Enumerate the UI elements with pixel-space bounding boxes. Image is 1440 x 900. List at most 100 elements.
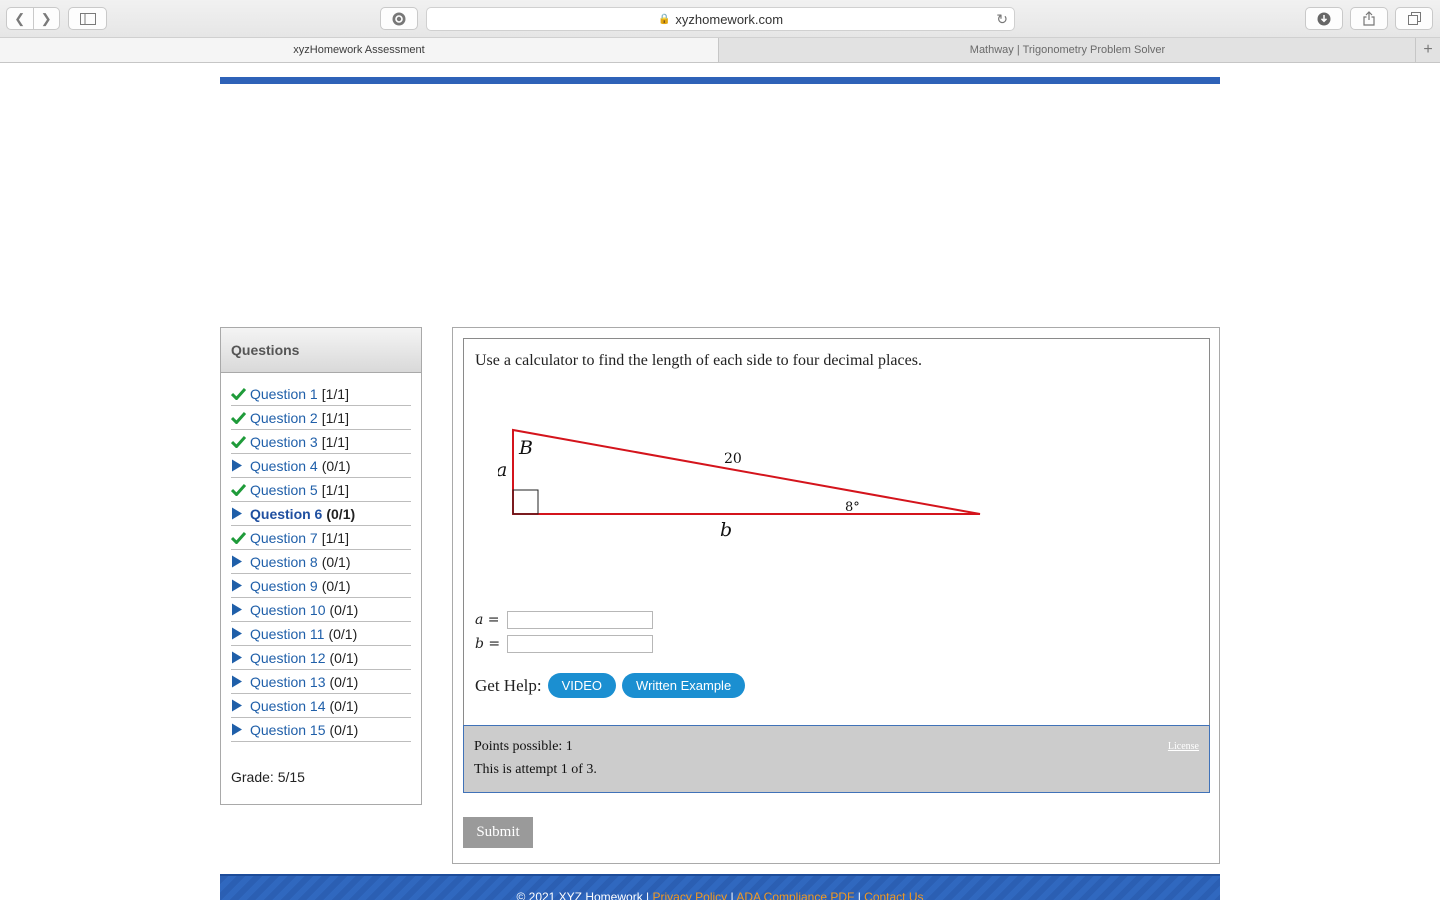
play-arrow-icon <box>231 651 250 664</box>
question-link[interactable]: Question 14 <box>250 698 326 714</box>
tab-bar: xyzHomework Assessment Mathway | Trigono… <box>0 38 1440 63</box>
question-list-item[interactable]: Question 9 (0/1) <box>231 574 411 598</box>
checkmark-icon <box>231 531 250 544</box>
question-list-item[interactable]: Question 15 (0/1) <box>231 718 411 742</box>
grade-text: Grade: 5/15 <box>231 769 305 785</box>
angle-label: 8° <box>845 500 860 515</box>
play-arrow-icon <box>231 723 250 736</box>
play-arrow-icon <box>231 603 250 616</box>
downloads-icon[interactable] <box>1305 7 1343 30</box>
checkmark-icon <box>231 387 250 400</box>
question-list-item[interactable]: Question 3 [1/1] <box>231 430 411 454</box>
share-icon[interactable] <box>1350 7 1388 30</box>
question-score: (0/1) <box>321 457 351 474</box>
question-link[interactable]: Question 10 <box>250 602 326 618</box>
question-list-item[interactable]: Question 13 (0/1) <box>231 670 411 694</box>
question-score: (0/1) <box>329 649 359 666</box>
question-link[interactable]: Question 6 <box>250 506 322 522</box>
question-score: [1/1] <box>321 385 349 402</box>
question-list-item[interactable]: Question 5 [1/1] <box>231 478 411 502</box>
tabs-overview-icon[interactable] <box>1395 7 1433 30</box>
question-list-item[interactable]: Question 4 (0/1) <box>231 454 411 478</box>
play-arrow-icon <box>231 579 250 592</box>
question-link[interactable]: Question 4 <box>250 458 318 474</box>
address-bar[interactable]: 🔒 xyzhomework.com ↻ <box>426 7 1015 31</box>
answer-input-a[interactable] <box>507 611 653 629</box>
extension-icon[interactable] <box>380 7 418 30</box>
question-score: (0/1) <box>329 601 359 618</box>
license-link[interactable]: License <box>1168 741 1199 752</box>
question-score: (0/1) <box>329 673 359 690</box>
play-arrow-icon <box>231 699 250 712</box>
question-list-item[interactable]: Question 14 (0/1) <box>231 694 411 718</box>
play-arrow-icon <box>231 675 250 688</box>
privacy-policy-link[interactable]: Privacy Policy <box>653 890 728 900</box>
browser-toolbar: ❮ ❯ 🔒 xyzhomework.com ↻ <box>0 0 1440 38</box>
back-icon[interactable]: ❮ <box>7 8 34 29</box>
answer-fields: a = b = <box>475 608 653 656</box>
submit-button[interactable]: Submit <box>463 817 533 848</box>
answer-label-a: a = <box>475 612 500 628</box>
play-arrow-icon <box>231 507 250 520</box>
question-link[interactable]: Question 1 <box>250 386 318 402</box>
written-example-button[interactable]: Written Example <box>622 673 746 698</box>
question-link[interactable]: Question 15 <box>250 722 326 738</box>
question-link[interactable]: Question 8 <box>250 554 318 570</box>
question-link[interactable]: Question 13 <box>250 674 326 690</box>
attempt-info: This is attempt 1 of 3. <box>474 762 597 777</box>
question-list-item[interactable]: Question 10 (0/1) <box>231 598 411 622</box>
contact-us-link[interactable]: Contact Us <box>864 890 923 900</box>
question-link[interactable]: Question 9 <box>250 578 318 594</box>
question-list-item[interactable]: Question 11 (0/1) <box>231 622 411 646</box>
question-panel: Use a calculator to find the length of e… <box>452 327 1220 864</box>
sidebar-title: Questions <box>221 328 421 373</box>
question-text: Use a calculator to find the length of e… <box>475 352 922 369</box>
question-list-item[interactable]: Question 8 (0/1) <box>231 550 411 574</box>
question-score: [1/1] <box>321 409 349 426</box>
questions-sidebar: Questions Question 1 [1/1] Question 2 [1/1]… <box>220 327 422 805</box>
checkmark-icon <box>231 435 250 448</box>
side-label-a: a <box>498 459 507 481</box>
question-link[interactable]: Question 12 <box>250 650 326 666</box>
question-list-item[interactable]: Question 6 (0/1) <box>231 502 411 526</box>
question-list-item[interactable]: Question 12 (0/1) <box>231 646 411 670</box>
question-score: [1/1] <box>321 529 349 546</box>
question-list-item[interactable]: Question 7 [1/1] <box>231 526 411 550</box>
points-possible: Points possible: 1 <box>474 739 573 754</box>
question-link[interactable]: Question 2 <box>250 410 318 426</box>
question-score: [1/1] <box>321 433 349 450</box>
checkmark-icon <box>231 483 250 496</box>
right-triangle-figure: B a 20 8° b <box>498 428 981 541</box>
question-list-item[interactable]: Question 1 [1/1] <box>231 382 411 406</box>
question-link[interactable]: Question 7 <box>250 530 318 546</box>
side-label-b: b <box>720 519 732 541</box>
tab-mathway[interactable]: Mathway | Trigonometry Problem Solver <box>720 38 1415 62</box>
question-link[interactable]: Question 3 <box>250 434 318 450</box>
footer-copyright: © 2021 XYZ Homework | <box>516 890 650 900</box>
question-link[interactable]: Question 11 <box>250 626 324 642</box>
tab-xyzhomework[interactable]: xyzHomework Assessment <box>0 38 719 62</box>
new-tab-icon[interactable]: + <box>1415 38 1440 62</box>
video-help-button[interactable]: VIDEO <box>547 673 617 698</box>
nav-buttons: ❮ ❯ <box>6 7 60 30</box>
question-list-item[interactable]: Question 2 [1/1] <box>231 406 411 430</box>
question-link[interactable]: Question 5 <box>250 482 318 498</box>
hypotenuse-label: 20 <box>724 451 742 467</box>
play-arrow-icon <box>231 627 250 640</box>
triangle-outline <box>512 428 981 515</box>
url-text: xyzhomework.com <box>675 11 784 27</box>
answer-row-b: b = <box>475 632 653 656</box>
question-score: (0/1) <box>326 505 356 522</box>
get-help-row: Get Help: VIDEO Written Example <box>475 673 746 698</box>
points-info-box: Points possible: 1 This is attempt 1 of … <box>463 725 1210 793</box>
question-score: (0/1) <box>321 577 351 594</box>
ada-compliance-link[interactable]: ADA Compliance PDF <box>736 890 854 900</box>
reload-icon[interactable]: ↻ <box>996 11 1008 28</box>
answer-input-b[interactable] <box>507 635 653 653</box>
play-arrow-icon <box>231 555 250 568</box>
play-arrow-icon <box>231 459 250 472</box>
sidebar-toggle-icon[interactable] <box>68 7 107 30</box>
forward-icon[interactable]: ❯ <box>34 8 60 29</box>
question-score: (0/1) <box>328 625 358 642</box>
question-score: (0/1) <box>329 721 359 738</box>
